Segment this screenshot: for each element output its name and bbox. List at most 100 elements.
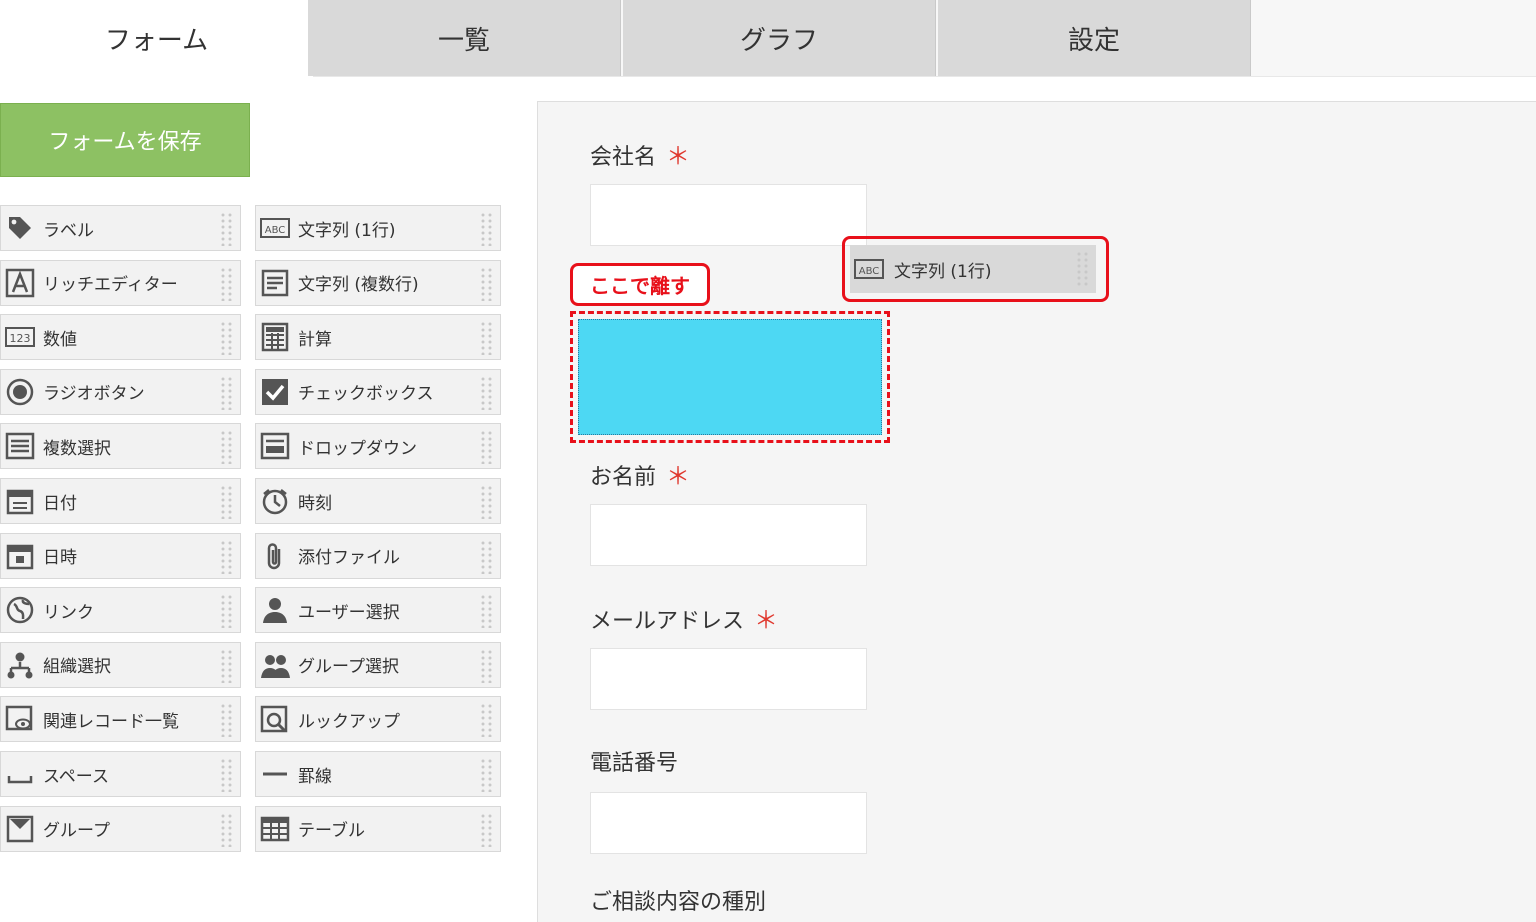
palette-item-related-records[interactable]: 関連レコード一覧 (0, 696, 241, 743)
drag-grip-icon[interactable] (480, 376, 494, 410)
palette-item-group-field[interactable]: グループ (0, 805, 241, 852)
field-label-inquiry-type: ご相談内容の種別 (590, 890, 767, 915)
palette-item-label: グループ選択 (298, 657, 399, 678)
multiline-text-icon (260, 268, 290, 298)
palette-item-label: 関連レコード一覧 (43, 711, 179, 732)
drag-grip-icon[interactable] (480, 758, 494, 792)
palette-item-label: ラベル (43, 220, 94, 241)
org-icon (5, 650, 35, 680)
palette-item-date[interactable]: 日付 (0, 478, 241, 524)
palette-item-dropdown[interactable]: ドロップダウン (255, 423, 501, 470)
required-mark: ＊ (666, 142, 691, 170)
globe-icon (5, 595, 35, 625)
save-form-button[interactable]: フォームを保存 (0, 103, 250, 177)
palette-item-calculator[interactable]: 計算 (255, 314, 501, 361)
abc-icon: ABC (260, 213, 290, 243)
user-icon (260, 595, 290, 625)
palette-item-label: 時刻 (298, 493, 332, 514)
dragging-field-item[interactable]: ABC 文字列 (1行) (850, 245, 1096, 293)
palette-item-tag[interactable]: ラベル (0, 205, 241, 251)
drag-grip-icon[interactable] (480, 594, 494, 629)
palette-item-label: 添付ファイル (298, 548, 400, 569)
palette-item-globe[interactable]: リンク (0, 587, 241, 634)
palette-item-label: 数値 (43, 329, 77, 350)
field-label-phone: 電話番号 (590, 745, 678, 777)
drag-grip-icon[interactable] (480, 649, 494, 683)
palette-item-number[interactable]: 123 数値 (0, 314, 241, 361)
drag-grip-icon[interactable] (480, 485, 494, 519)
tab-label: 一覧 (437, 25, 490, 56)
palette-item-label: ラジオボタン (43, 384, 145, 405)
tab-list[interactable]: 一覧 (308, 0, 621, 76)
drag-grip-icon[interactable] (220, 485, 234, 519)
palette-item-lookup[interactable]: ルックアップ (255, 696, 501, 743)
palette-item-label: チェックボックス (298, 384, 434, 405)
drag-grip-icon[interactable] (480, 813, 494, 847)
svg-text:ABC: ABC (265, 225, 286, 236)
palette-item-line[interactable]: 罫線 (255, 751, 501, 797)
drag-grip-icon[interactable] (480, 321, 494, 356)
drag-grip-icon[interactable] (220, 813, 234, 847)
radio-icon (5, 377, 35, 407)
palette-item-label: 日付 (43, 493, 77, 514)
palette-item-radio[interactable]: ラジオボタン (0, 368, 241, 415)
phone-field[interactable] (590, 792, 867, 854)
tag-icon (5, 213, 35, 243)
drag-grip-icon[interactable] (220, 540, 234, 574)
tab-graph[interactable]: グラフ (623, 0, 936, 76)
palette-item-paperclip[interactable]: 添付ファイル (255, 532, 501, 579)
company-field[interactable] (590, 184, 867, 246)
palette-item-label: グループ (43, 821, 110, 842)
tab-form[interactable]: フォーム (0, 0, 313, 77)
palette-item-datetime[interactable]: 日時 (0, 532, 241, 579)
palette-item-label: 計算 (298, 329, 332, 350)
palette-item-label: テーブル (298, 821, 365, 842)
palette-item-space[interactable]: スペース (0, 751, 241, 797)
palette-item-label: 日時 (43, 548, 77, 569)
email-field[interactable] (590, 648, 867, 710)
palette-item-multi-select[interactable]: 複数選択 (0, 423, 241, 470)
drag-grip-icon[interactable] (220, 758, 234, 792)
drop-zone-highlight (578, 319, 882, 435)
drag-grip-icon[interactable] (220, 267, 234, 301)
palette-item-rich-editor[interactable]: リッチエディター (0, 259, 241, 306)
related-records-icon (5, 704, 35, 734)
palette-item-users[interactable]: グループ選択 (255, 641, 501, 688)
field-label-text: 電話番号 (590, 751, 679, 776)
users-icon (260, 650, 290, 680)
drag-grip-icon[interactable] (480, 267, 494, 301)
paperclip-icon (260, 541, 290, 571)
required-mark: ＊ (666, 462, 691, 490)
drop-zone[interactable] (570, 311, 890, 443)
drag-grip-icon[interactable] (480, 540, 494, 574)
drag-grip-icon[interactable] (220, 430, 234, 465)
svg-text:123: 123 (10, 332, 31, 345)
drag-grip-icon[interactable] (480, 703, 494, 738)
drag-grip-icon[interactable] (220, 703, 234, 738)
palette-item-user[interactable]: ユーザー選択 (255, 587, 501, 634)
datetime-icon (5, 541, 35, 571)
palette-item-org[interactable]: 組織選択 (0, 641, 241, 688)
palette-item-checkbox[interactable]: チェックボックス (255, 368, 501, 415)
drag-grip-icon[interactable] (220, 376, 234, 410)
tab-label: グラフ (739, 25, 818, 56)
palette-item-label: リンク (43, 602, 94, 623)
drag-grip-icon[interactable] (480, 430, 494, 465)
palette-item-label: 文字列 (複数行) (298, 275, 419, 296)
palette-item-table[interactable]: テーブル (255, 805, 501, 852)
palette-item-label: 文字列 (1行) (298, 220, 396, 241)
dragging-item-label: 文字列 (1行) (894, 261, 992, 282)
drag-grip-icon[interactable] (220, 212, 234, 246)
drag-grip-icon[interactable] (480, 212, 494, 246)
drag-grip-icon[interactable] (220, 649, 234, 683)
palette-item-multiline-text[interactable]: 文字列 (複数行) (255, 259, 501, 306)
drag-grip-icon[interactable] (220, 594, 234, 629)
drag-grip-icon[interactable] (220, 321, 234, 356)
line-icon (260, 759, 290, 789)
tab-settings[interactable]: 設定 (938, 0, 1251, 76)
group-field-icon (5, 814, 35, 844)
tab-label: フォーム (104, 26, 209, 56)
palette-item-abc[interactable]: ABC 文字列 (1行) (255, 205, 501, 251)
name-field[interactable] (590, 504, 867, 566)
palette-item-clock[interactable]: 時刻 (255, 478, 501, 524)
